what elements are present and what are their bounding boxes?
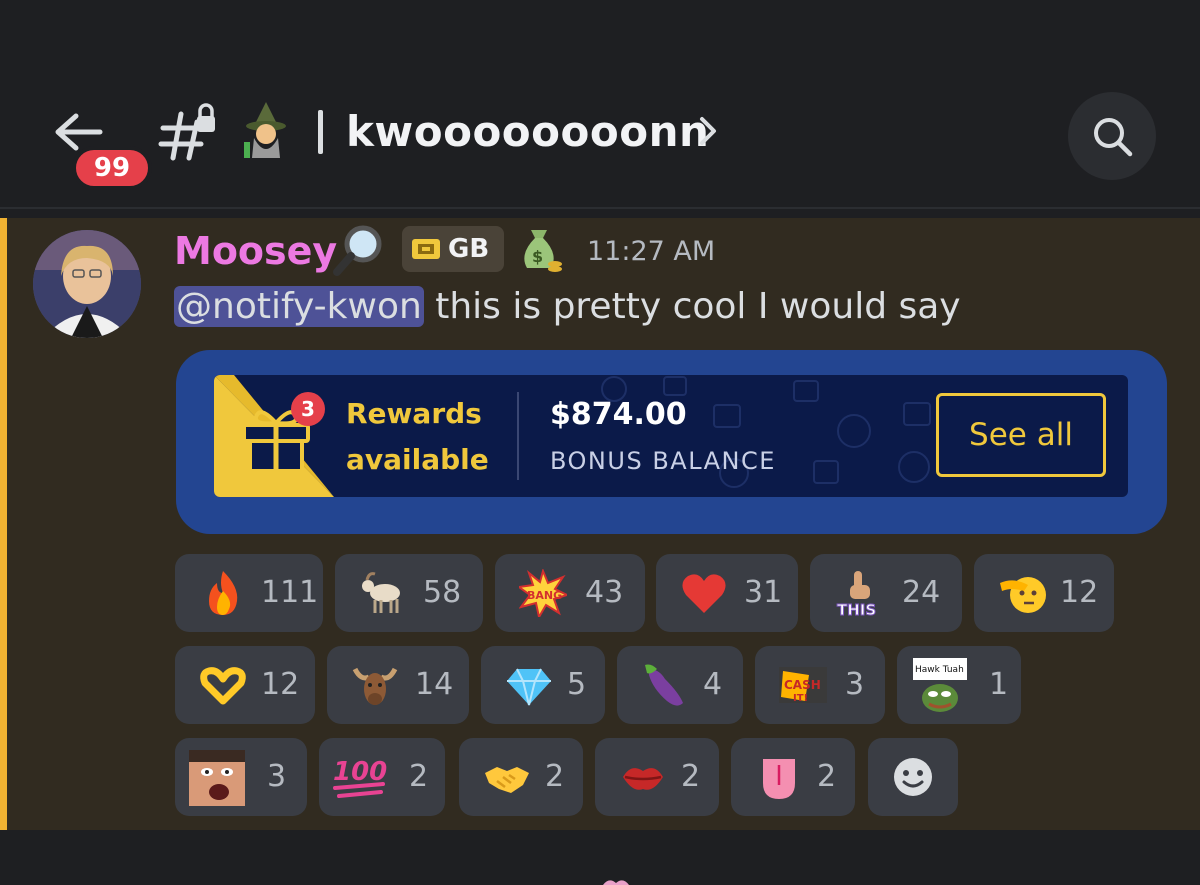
moose-emoji — [352, 667, 398, 705]
guild-tag-icon — [412, 239, 440, 259]
red-heart-emoji — [682, 574, 726, 613]
reaction-count: 12 — [1060, 575, 1099, 610]
svg-text:BANG: BANG — [527, 589, 562, 602]
author-name[interactable]: Moosey — [174, 226, 337, 276]
reaction-kiss-mark[interactable]: 2 — [595, 738, 719, 816]
rewards-title-line2: available — [346, 443, 489, 476]
reaction-salute[interactable]: 12 — [974, 554, 1114, 632]
reaction-handshake[interactable]: 2 — [459, 738, 583, 816]
funny-face-emoji — [189, 750, 245, 806]
rewards-embed: 3 Rewards available $874.00 BONUS BALANC… — [176, 350, 1167, 534]
tongue-emoji — [763, 759, 795, 799]
see-all-button[interactable]: See all — [936, 393, 1106, 477]
kiss-mark-emoji — [623, 768, 663, 790]
rewards-count-badge: 3 — [291, 392, 325, 426]
search-icon — [1094, 118, 1133, 157]
chevron-right-icon[interactable] — [696, 113, 720, 149]
reaction-eggplant[interactable]: 4 — [617, 646, 743, 724]
reaction-count: 1 — [989, 667, 1009, 702]
svg-text:IT!: IT! — [793, 693, 808, 704]
reaction-hundred[interactable]: 100 2 — [319, 738, 445, 816]
rewards-card: 3 Rewards available $874.00 BONUS BALANC… — [214, 375, 1128, 497]
message-item[interactable]: Moosey GB $ 11:27 AM @notify-kwon this i… — [0, 218, 1200, 830]
search-button[interactable] — [1068, 92, 1156, 180]
reaction-fire[interactable]: 111 — [175, 554, 323, 632]
svg-text:THIS: THIS — [837, 601, 876, 617]
rewards-title-line1: Rewards — [346, 397, 482, 430]
heart-hands-emoji — [200, 667, 246, 705]
reaction-count: 2 — [409, 759, 429, 794]
svg-text:$: $ — [532, 247, 543, 266]
reaction-heart-hands[interactable]: 12 — [175, 646, 315, 724]
cash-it-sticker: CASH IT! — [779, 667, 827, 704]
money-bag-emoji: $ — [524, 230, 562, 272]
hawk-tuah-pepe-emoji: Hawk Tuah — [913, 658, 967, 712]
channel-title[interactable]: kwoooooooonn — [346, 102, 709, 162]
reaction-count: 58 — [423, 575, 462, 610]
locked-channel-hash-icon — [158, 103, 215, 161]
reaction-gem[interactable]: 5 — [481, 646, 605, 724]
message-text: this is pretty cool I would say — [423, 286, 961, 327]
reaction-this[interactable]: THIS 24 — [810, 554, 962, 632]
reaction-count: 14 — [415, 667, 454, 702]
mage-emoji — [244, 102, 286, 158]
reaction-count: 3 — [845, 667, 865, 702]
reaction-moose[interactable]: 14 — [327, 646, 469, 724]
smiley-face-icon — [894, 758, 932, 796]
handshake-emoji — [485, 767, 529, 793]
reaction-count: 24 — [902, 575, 941, 610]
gem-emoji — [507, 668, 551, 706]
reaction-bang[interactable]: BANG 43 — [495, 554, 645, 632]
avatar[interactable] — [33, 230, 141, 338]
reaction-funny-face[interactable]: 3 — [175, 738, 307, 816]
reaction-tongue[interactable]: 2 — [731, 738, 855, 816]
bang-sticker: BANG — [519, 569, 567, 617]
title-separator — [318, 110, 323, 154]
message-timestamp: 11:27 AM — [587, 236, 716, 267]
reaction-hawk-tuah[interactable]: Hawk Tuah 1 — [897, 646, 1021, 724]
this-pointing-up-emoji: THIS — [837, 571, 877, 617]
reaction-red-heart[interactable]: 31 — [656, 554, 798, 632]
bonus-balance-label: BONUS BALANCE — [550, 447, 776, 475]
hundred-emoji: 100 — [333, 757, 387, 798]
hawk-tuah-label: Hawk Tuah — [915, 665, 964, 675]
add-reaction-button[interactable] — [868, 738, 958, 816]
reaction-goat[interactable]: 58 — [335, 554, 483, 632]
message-content: @notify-kwon this is pretty cool I would… — [174, 282, 961, 332]
rewards-title: Rewards available — [346, 391, 506, 483]
svg-text:CASH: CASH — [784, 678, 821, 692]
reaction-cash-it[interactable]: CASH IT! 3 — [755, 646, 885, 724]
reaction-count: 2 — [817, 759, 837, 794]
guild-tag[interactable]: GB — [402, 226, 504, 272]
goat-emoji — [362, 572, 400, 613]
mention-highlight-bar — [0, 218, 7, 830]
bonus-balance-amount: $874.00 — [550, 397, 687, 432]
bottom-partial-icon — [603, 880, 629, 885]
card-divider — [517, 392, 519, 480]
reaction-count: 43 — [585, 575, 624, 610]
reaction-count: 2 — [545, 759, 565, 794]
unread-count-badge: 99 — [72, 146, 152, 190]
reaction-count: 12 — [261, 667, 300, 702]
channel-header: 99 kwoooooooonn — [0, 0, 1200, 208]
fire-emoji — [209, 571, 238, 615]
reaction-count: 3 — [267, 759, 287, 794]
reaction-count: 2 — [681, 759, 701, 794]
magnifying-glass-emoji — [333, 225, 382, 276]
guild-tag-label: GB — [448, 234, 490, 264]
user-mention[interactable]: @notify-kwon — [174, 286, 424, 327]
saluting-face-emoji — [1000, 577, 1046, 613]
reaction-count: 5 — [567, 667, 587, 702]
eggplant-emoji — [645, 664, 683, 706]
reaction-count: 31 — [744, 575, 783, 610]
header-divider — [0, 207, 1200, 209]
reaction-count: 4 — [703, 667, 723, 702]
reaction-count: 111 — [261, 575, 319, 610]
